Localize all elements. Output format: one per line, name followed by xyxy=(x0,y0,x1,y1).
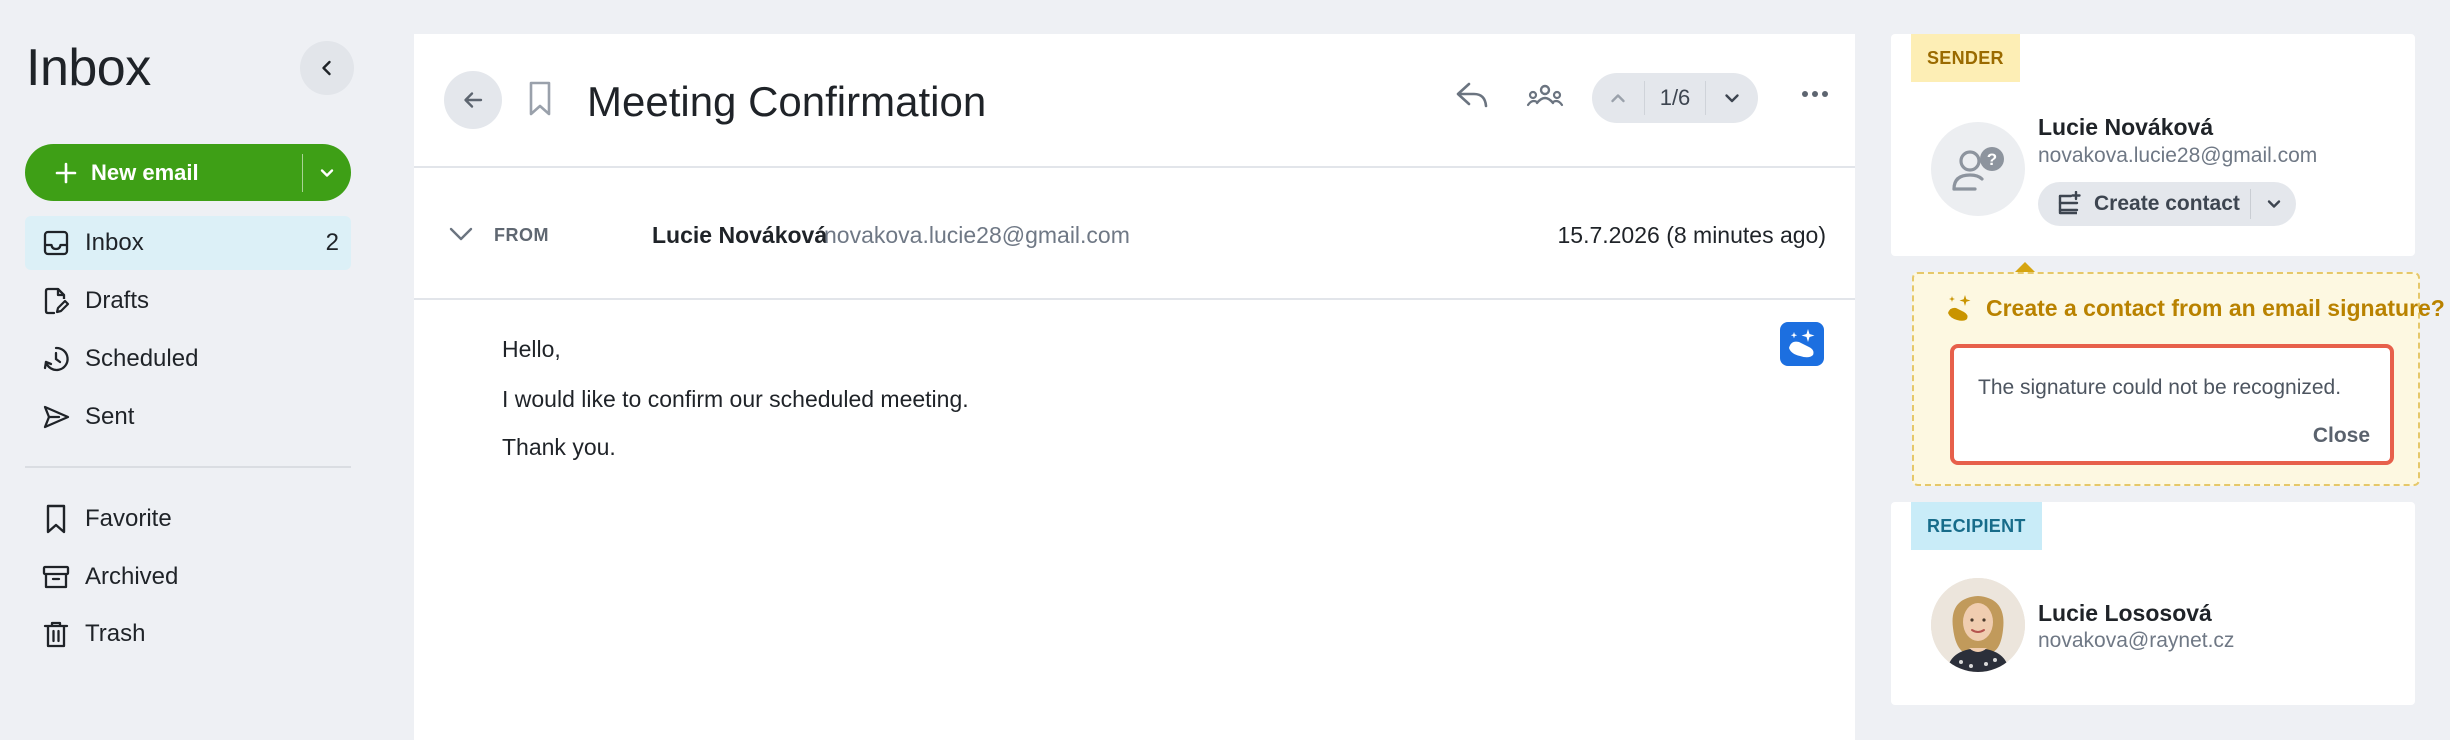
arrow-left-icon xyxy=(464,92,483,108)
avatar: ? xyxy=(1931,122,2025,216)
reply-icon xyxy=(1456,82,1488,108)
reply-button[interactable] xyxy=(1454,79,1490,111)
sidebar: Inbox New email Inbox 2 Drafts Scheduled… xyxy=(0,0,370,740)
clock-arrow-icon xyxy=(43,346,69,372)
sender-card: SENDER ? Lucie Nováková novakova.lucie28… xyxy=(1891,34,2415,256)
sender-badge: SENDER xyxy=(1911,34,2020,82)
sidebar-item-label: Inbox xyxy=(85,229,144,256)
inbox-tray-icon xyxy=(43,230,69,256)
chevron-down-icon xyxy=(449,227,473,241)
recipient-photo xyxy=(1931,578,2025,672)
svg-text:?: ? xyxy=(1987,150,1997,169)
avatar xyxy=(1931,578,2025,672)
people-icon xyxy=(1526,84,1564,107)
bookmark-button[interactable] xyxy=(526,79,554,119)
new-email-dropdown[interactable] xyxy=(303,144,351,201)
sender-email[interactable]: novakova.lucie28@gmail.com xyxy=(824,222,1130,249)
signature-popup: Create a contact from an email signature… xyxy=(1912,272,2445,486)
document-pen-icon xyxy=(44,287,70,315)
chevron-down-icon xyxy=(320,168,334,177)
sidebar-item-sent[interactable]: Sent xyxy=(25,390,351,444)
sidebar-item-label: Archived xyxy=(85,563,179,590)
more-horizontal-icon xyxy=(1802,91,1828,97)
more-actions-button[interactable] xyxy=(1800,89,1830,99)
unknown-person-icon: ? xyxy=(1952,147,2004,191)
sparkle-icon xyxy=(1948,295,1971,321)
popup-title: Create a contact from an email signature… xyxy=(1986,294,2445,321)
email-body-line: Thank you. xyxy=(502,434,616,460)
ai-sparkle-icon xyxy=(1789,329,1815,358)
unread-count-badge: 2 xyxy=(325,229,339,256)
chevron-down-icon xyxy=(2267,200,2280,208)
plus-icon xyxy=(55,162,77,183)
bookmark-icon xyxy=(529,81,551,116)
send-arrow-icon xyxy=(43,405,70,429)
trash-icon xyxy=(43,621,69,648)
email-from-row: FROM Lucie Nováková novakova.lucie28@gma… xyxy=(414,168,1855,300)
email-body-line: Hello, xyxy=(502,336,561,362)
create-contact-button-group: Create contact xyxy=(2038,182,2296,226)
error-message-box: The signature could not be recognized. C… xyxy=(1950,344,2394,465)
sidebar-item-drafts[interactable]: Drafts xyxy=(25,274,351,328)
email-pager: 1/6 xyxy=(1592,73,1758,123)
recipient-badge: RECIPIENT xyxy=(1911,502,2042,550)
recipient-card: RECIPIENT Lucie Lososová novakova@raynet… xyxy=(1891,502,2415,705)
previous-email-button[interactable] xyxy=(1592,73,1644,123)
chevron-up-icon xyxy=(1611,94,1625,103)
archive-box-icon xyxy=(42,565,70,589)
popup-header: Create a contact from an email signature… xyxy=(1944,292,2445,324)
sidebar-item-favorite[interactable]: Favorite xyxy=(25,492,351,546)
sender-name: Lucie Nováková xyxy=(652,222,828,248)
sidebar-divider xyxy=(25,466,351,468)
bookmark-icon xyxy=(46,504,66,534)
sidebar-item-label: Favorite xyxy=(85,505,172,532)
email-body-line: I would like to confirm our scheduled me… xyxy=(502,386,969,412)
sidebar-item-inbox[interactable]: Inbox 2 xyxy=(25,216,351,270)
create-contact-label: Create contact xyxy=(2094,192,2240,215)
create-contact-dropdown[interactable] xyxy=(2251,196,2296,212)
from-label: FROM xyxy=(494,225,549,245)
add-contact-icon xyxy=(2058,191,2081,215)
sidebar-item-label: Sent xyxy=(85,403,135,430)
sidebar-item-archived[interactable]: Archived xyxy=(25,550,351,604)
recipient-email[interactable]: novakova@raynet.cz xyxy=(2038,629,2234,653)
email-header: Meeting Confirmation 1/6 xyxy=(414,34,1855,168)
chevron-left-icon xyxy=(322,60,331,76)
email-view: Meeting Confirmation 1/6 FROM Lucie Nová… xyxy=(414,34,1855,740)
sidebar-item-trash[interactable]: Trash xyxy=(25,607,351,661)
email-date: 15.7.2026 (8 minutes ago) xyxy=(1557,222,1826,248)
error-message: The signature could not be recognized. xyxy=(1978,376,2342,399)
participants-button[interactable] xyxy=(1526,81,1564,111)
sidebar-item-scheduled[interactable]: Scheduled xyxy=(25,332,351,386)
close-button[interactable]: Close xyxy=(2313,424,2370,448)
ai-assistant-button[interactable] xyxy=(1780,322,1824,366)
create-contact-button[interactable]: Create contact xyxy=(2038,182,2250,226)
recipient-name: Lucie Lososová xyxy=(2038,600,2212,626)
sidebar-item-label: Drafts xyxy=(85,287,150,314)
new-email-button[interactable]: New email xyxy=(25,144,302,201)
new-email-label: New email xyxy=(91,159,199,185)
chevron-down-icon xyxy=(1725,94,1739,103)
back-button[interactable] xyxy=(444,71,502,129)
collapse-sidebar-button[interactable] xyxy=(300,41,354,95)
next-email-button[interactable] xyxy=(1706,73,1758,123)
expand-details-button[interactable] xyxy=(448,224,474,244)
sender-card-email[interactable]: novakova.lucie28@gmail.com xyxy=(2038,144,2317,168)
email-subject: Meeting Confirmation xyxy=(587,78,987,125)
sidebar-item-label: Scheduled xyxy=(85,345,199,372)
sidebar-item-label: Trash xyxy=(85,620,146,647)
pager-position: 1/6 xyxy=(1644,81,1706,115)
sidebar-title: Inbox xyxy=(26,39,151,97)
new-email-button-group: New email xyxy=(25,144,351,201)
sender-card-name: Lucie Nováková xyxy=(2038,114,2214,140)
